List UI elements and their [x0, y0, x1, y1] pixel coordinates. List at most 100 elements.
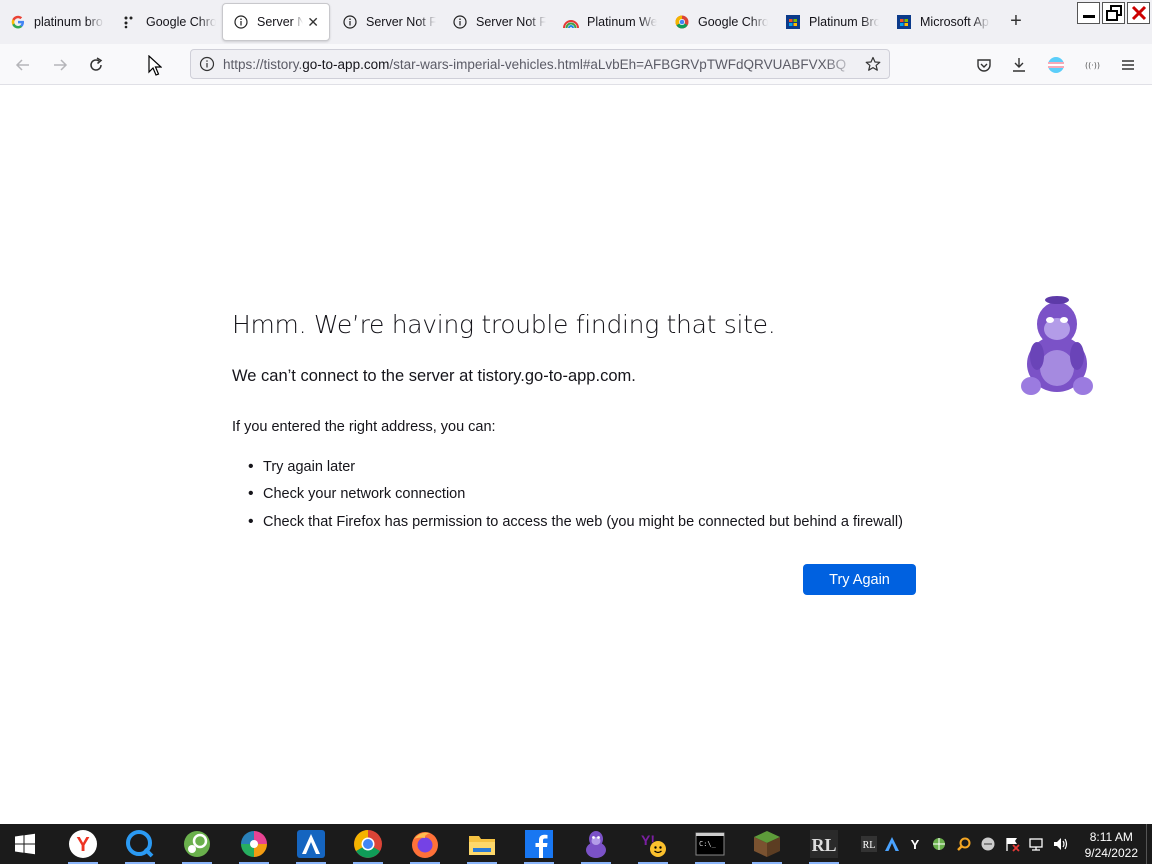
- try-again-button[interactable]: Try Again: [803, 564, 916, 595]
- yandex-tray-icon[interactable]: Y: [907, 836, 923, 852]
- svg-text:C:\_: C:\_: [699, 840, 717, 848]
- account-button[interactable]: [1043, 52, 1069, 78]
- error-subtitle: We can’t connect to the server at tistor…: [232, 367, 636, 385]
- dots-icon: [122, 14, 138, 30]
- google-g-icon: [10, 14, 26, 30]
- error-title: Hmm. We’re having trouble finding that s…: [232, 310, 776, 339]
- tab-label: Server Not F: [476, 15, 546, 29]
- forward-arrow-icon: [54, 59, 68, 71]
- volume-tray-icon[interactable]: [1052, 836, 1068, 852]
- rainbow-icon: [563, 14, 579, 30]
- tab-1[interactable]: platinum bro: [0, 3, 114, 41]
- yandex-icon[interactable]: Y: [66, 827, 100, 864]
- tab-strip: platinum bro Google Chro Server Not F ✕ …: [0, 0, 1152, 44]
- extension-button[interactable]: ((·)): [1079, 52, 1105, 78]
- list-item: Try again later: [248, 453, 903, 481]
- suggestion-list: Try again later Check your network conne…: [248, 453, 903, 536]
- url-text[interactable]: https://tistory.go-to-app.com/star-wars-…: [223, 57, 857, 72]
- tab-7[interactable]: Google Chro: [664, 3, 778, 41]
- info-icon: [233, 14, 249, 30]
- a-icon[interactable]: [294, 827, 328, 864]
- downloads-button[interactable]: [1006, 52, 1032, 78]
- site-info-icon[interactable]: [199, 56, 215, 72]
- tab-label: Microsoft Ap: [920, 15, 989, 29]
- close-window-button[interactable]: [1127, 2, 1150, 24]
- search-tray-icon[interactable]: [956, 836, 972, 852]
- facebook-icon[interactable]: [522, 827, 556, 864]
- color-wheel-icon[interactable]: [237, 827, 271, 864]
- a-tray-icon[interactable]: [884, 836, 900, 852]
- tab-9[interactable]: Microsoft Ap: [886, 3, 1000, 41]
- extension-icon: ((·)): [1085, 61, 1100, 70]
- error-intro: If you entered the right address, you ca…: [232, 419, 496, 435]
- tab-label: Google Chro: [698, 15, 768, 29]
- bookmark-star-icon[interactable]: [865, 56, 881, 72]
- menu-button[interactable]: [1115, 52, 1141, 78]
- rl-tray-icon[interactable]: RL: [861, 836, 877, 852]
- chrome-icon[interactable]: [351, 827, 385, 864]
- new-tab-button[interactable]: +: [1004, 10, 1028, 34]
- show-desktop-button[interactable]: [1146, 824, 1152, 864]
- network-tray-icon[interactable]: [1028, 836, 1044, 852]
- download-icon: [1013, 58, 1025, 72]
- window-controls: [1077, 2, 1150, 24]
- status-tray-icon[interactable]: [980, 836, 996, 852]
- bonzi-icon[interactable]: [579, 827, 613, 864]
- steam-icon[interactable]: [180, 827, 214, 864]
- tab-label: Server Not F: [366, 15, 436, 29]
- rl-icon[interactable]: RL: [807, 827, 841, 864]
- minimize-icon: [1082, 15, 1095, 18]
- terminal-icon[interactable]: C:\_: [693, 827, 727, 864]
- close-tab-icon[interactable]: ✕: [307, 14, 319, 31]
- firefox-icon[interactable]: [408, 827, 442, 864]
- pocket-button[interactable]: [971, 52, 997, 78]
- info-icon: [342, 14, 358, 30]
- url-host: go-to-app.com: [302, 56, 390, 72]
- back-button[interactable]: [10, 52, 36, 78]
- store-icon: [896, 14, 912, 30]
- url-prefix: https://tistory.: [223, 56, 303, 72]
- tab-4[interactable]: Server Not F: [332, 3, 446, 41]
- system-clock[interactable]: 8:11 AM 9/24/2022: [1085, 829, 1138, 861]
- tab-3-active[interactable]: Server Not F ✕: [222, 3, 330, 41]
- back-arrow-icon: [15, 59, 29, 71]
- hamburger-menu-icon: [1122, 60, 1134, 70]
- store-icon: [785, 14, 801, 30]
- reload-button[interactable]: [83, 52, 109, 78]
- clock-time: 8:11 AM: [1089, 830, 1133, 844]
- flag-tray-icon[interactable]: [1004, 836, 1020, 852]
- tab-8[interactable]: Platinum Bro: [775, 3, 889, 41]
- navigation-toolbar: https://tistory.go-to-app.com/star-wars-…: [0, 44, 1152, 85]
- svg-text:RL: RL: [811, 835, 836, 855]
- forward-button[interactable]: [47, 52, 73, 78]
- tab-label: Platinum Bro: [809, 15, 879, 29]
- restore-icon: [1105, 5, 1122, 21]
- cortana-icon[interactable]: [123, 827, 157, 864]
- pocket-icon: [977, 59, 991, 72]
- list-item: Check your network connection: [248, 481, 903, 509]
- network-globe-tray-icon[interactable]: [931, 836, 947, 852]
- windows-taskbar: Y Y! C:\_ RL RL Y 8:11 AM 9/24/2022: [0, 824, 1152, 864]
- account-avatar-icon: [1048, 57, 1064, 73]
- bonzi-buddy-icon[interactable]: [1017, 294, 1097, 405]
- yahoo-icon[interactable]: Y!: [636, 827, 670, 864]
- tab-5[interactable]: Server Not F: [442, 3, 556, 41]
- tab-6[interactable]: Platinum We: [553, 3, 667, 41]
- address-bar[interactable]: https://tistory.go-to-app.com/star-wars-…: [190, 49, 890, 79]
- file-explorer-icon[interactable]: [465, 827, 499, 864]
- url-path: /star-wars-imperial-vehicles.html#aLvbEh…: [389, 56, 847, 72]
- minecraft-icon[interactable]: [750, 827, 784, 864]
- chrome-icon: [674, 14, 690, 30]
- close-icon: [1131, 5, 1146, 21]
- info-icon: [452, 14, 468, 30]
- mouse-cursor: [142, 53, 168, 79]
- svg-text:Y: Y: [76, 834, 90, 856]
- tab-label: Google Chro: [146, 15, 216, 29]
- reload-icon: [90, 57, 103, 71]
- svg-text:((·)): ((·)): [1085, 61, 1100, 70]
- svg-text:Y: Y: [911, 837, 920, 852]
- tab-2[interactable]: Google Chro: [112, 3, 226, 41]
- minimize-button[interactable]: [1077, 2, 1100, 24]
- restore-button[interactable]: [1102, 2, 1125, 24]
- windows-start-icon[interactable]: [8, 827, 42, 861]
